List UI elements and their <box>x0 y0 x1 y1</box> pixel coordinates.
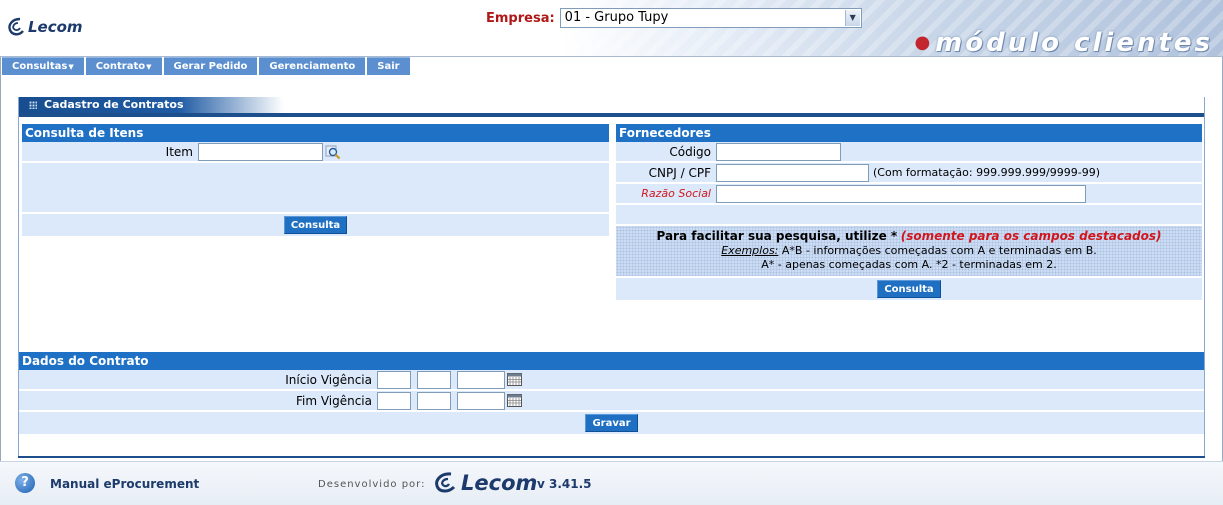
main-menu: Consultas▼ Contrato▼ Gerar Pedido Gerenc… <box>2 57 412 75</box>
hint-line-2: Exemplos: A*B - informações começadas co… <box>721 244 1097 257</box>
dados-contrato-actions: Gravar <box>19 412 1204 436</box>
codigo-input[interactable] <box>716 142 841 161</box>
fim-vigencia-label: Fim Vigência <box>295 393 372 408</box>
razao-social-row: Razão Social <box>616 184 1202 205</box>
codigo-label: Código <box>669 144 711 159</box>
menu-sair[interactable]: Sair <box>367 57 410 75</box>
caret-down-icon: ▼ <box>146 63 152 71</box>
item-results-area <box>22 163 609 214</box>
search-hint-box: Para facilitar sua pesquisa, utilize * (… <box>616 226 1202 278</box>
hint-highlighted: (somente para os campos destacados) <box>900 229 1162 243</box>
fim-vigencia-row: Fim Vigência <box>19 391 1204 412</box>
title-divider <box>19 113 1204 117</box>
search-icon[interactable] <box>325 144 341 160</box>
spacer-row <box>616 205 1202 226</box>
footer-lecom-logo: Lecom <box>433 471 537 495</box>
item-label: Item <box>165 144 193 159</box>
manual-link[interactable]: Manual eProcurement <box>50 477 199 491</box>
inicio-vigencia-label: Início Vigência <box>285 372 372 387</box>
main-bottom-divider <box>18 456 1205 458</box>
dados-contrato-title: Dados do Contrato <box>19 352 1204 370</box>
consulta-itens-panel: Consulta de Itens Item Consulta <box>22 124 609 238</box>
app-footer: ? Manual eProcurement Desenvolvido por: … <box>0 461 1223 505</box>
caret-down-icon: ▼ <box>68 63 74 71</box>
chevron-down-icon[interactable]: ▼ <box>844 10 860 26</box>
cnpj-format-hint: (Com formatação: 999.999.999/9999-99) <box>873 166 1101 179</box>
module-dot-icon: ● <box>914 32 934 53</box>
logo-text: Lecom <box>28 18 83 36</box>
lecom-logo-icon <box>8 17 24 36</box>
lecom-logo-icon <box>435 472 456 493</box>
footer-logo-text: Lecom <box>461 471 538 495</box>
fornecedores-actions: Consulta <box>616 278 1202 302</box>
menu-gerar-pedido[interactable]: Gerar Pedido <box>163 57 258 75</box>
module-title-text: módulo clientes <box>935 28 1213 57</box>
developed-by-label: Desenvolvido por: <box>318 479 426 490</box>
main-panel: Cadastro de Contratos Consulta de Itens … <box>18 97 1205 457</box>
app-header: Lecom Empresa: 01 - Grupo Tupy ▼ ●módulo… <box>0 0 1223 57</box>
fim-day-input[interactable] <box>377 391 411 410</box>
fornecedores-panel: Fornecedores Código CNPJ / CPF (Com form… <box>616 124 1202 302</box>
fim-year-input[interactable] <box>457 391 505 410</box>
razao-social-input[interactable] <box>716 184 1086 203</box>
menu-gerenciamento[interactable]: Gerenciamento <box>259 57 366 75</box>
cnpj-label: CNPJ / CPF <box>648 165 711 180</box>
fornecedores-title: Fornecedores <box>616 124 1202 142</box>
empresa-label: Empresa: <box>486 10 555 26</box>
consulta-itens-title: Consulta de Itens <box>22 124 609 142</box>
codigo-row: Código <box>616 142 1202 163</box>
help-icon[interactable]: ? <box>15 473 35 493</box>
inicio-month-input[interactable] <box>417 370 451 389</box>
consulta-itens-actions: Consulta <box>22 214 609 238</box>
empresa-select-value: 01 - Grupo Tupy <box>564 10 669 25</box>
cnpj-row: CNPJ / CPF (Com formatação: 999.999.999/… <box>616 163 1202 184</box>
item-input[interactable] <box>198 142 323 161</box>
gravar-button[interactable]: Gravar <box>585 414 638 432</box>
calendar-icon[interactable] <box>507 394 522 407</box>
menu-consultas[interactable]: Consultas▼ <box>2 57 84 75</box>
empresa-selector: Empresa: 01 - Grupo Tupy ▼ <box>486 8 862 28</box>
calendar-icon[interactable] <box>507 373 522 386</box>
consulta-itens-button[interactable]: Consulta <box>283 216 348 234</box>
razao-social-label: Razão Social <box>641 187 711 200</box>
dados-contrato-panel: Dados do Contrato Início Vigência Fim Vi… <box>19 352 1204 436</box>
inicio-vigencia-row: Início Vigência <box>19 370 1204 391</box>
cnpj-input[interactable] <box>716 163 869 182</box>
consulta-fornecedores-button[interactable]: Consulta <box>877 280 941 298</box>
inicio-year-input[interactable] <box>457 370 505 389</box>
fim-month-input[interactable] <box>417 391 451 410</box>
menu-contrato[interactable]: Contrato▼ <box>85 57 162 75</box>
grip-icon <box>29 101 37 109</box>
inicio-day-input[interactable] <box>377 370 411 389</box>
version-label: v 3.41.5 <box>537 477 592 491</box>
hint-line-1: Para facilitar sua pesquisa, utilize * (… <box>656 229 1162 243</box>
page-title: Cadastro de Contratos <box>19 97 284 113</box>
hint-line-3: A* - apenas começadas com A. *2 - termin… <box>761 258 1057 271</box>
lecom-logo: Lecom <box>6 16 83 38</box>
item-row: Item <box>22 142 609 163</box>
empresa-select[interactable]: 01 - Grupo Tupy ▼ <box>559 8 862 28</box>
module-title: ●módulo clientes <box>914 28 1213 57</box>
